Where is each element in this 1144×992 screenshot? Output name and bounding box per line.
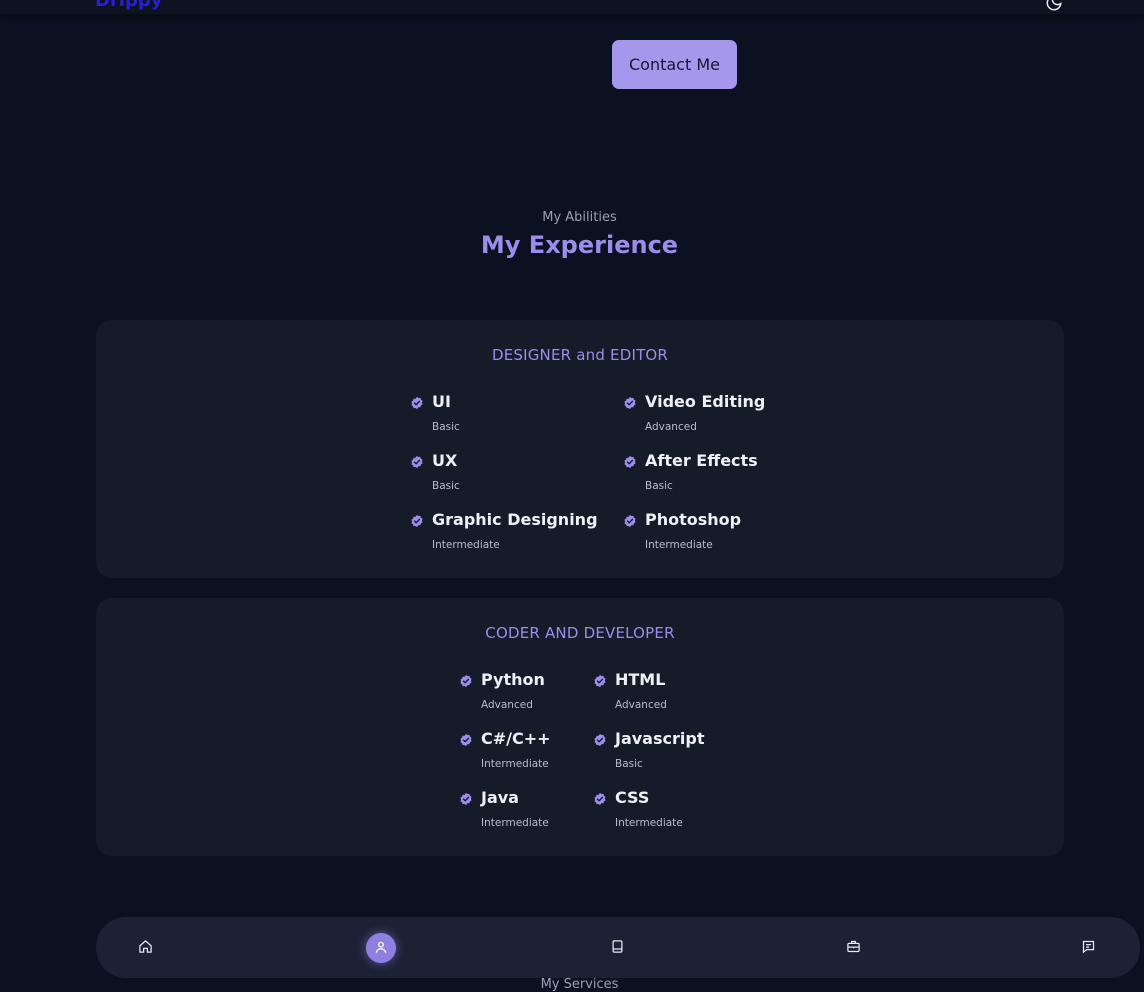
check-badge-icon — [410, 454, 424, 469]
skill-name: UI — [432, 392, 451, 411]
book-icon — [610, 939, 625, 958]
nav-contact[interactable] — [1073, 933, 1103, 963]
skill-level: Basic — [645, 480, 673, 492]
skill-name: Graphic Designing — [432, 510, 598, 529]
section-title: My Experience — [480, 231, 679, 259]
home-icon — [138, 939, 153, 958]
skill-name: HTML — [615, 670, 666, 689]
moon-icon[interactable] — [1043, 0, 1065, 14]
skill-level: Basic — [432, 421, 460, 433]
skill-level: Basic — [615, 758, 643, 770]
skill-name: Video Editing — [645, 392, 766, 411]
next-section-subtitle: My Services — [540, 977, 619, 992]
skill-name: Python — [481, 670, 545, 689]
skill-level: Basic — [432, 480, 460, 492]
card-title: DESIGNER and EDITOR — [491, 346, 669, 364]
site-header: Drippy — [0, 0, 1144, 14]
skill-name: After Effects — [645, 451, 758, 470]
check-badge-icon — [410, 513, 424, 528]
check-badge-icon — [623, 395, 637, 410]
logo[interactable]: Drippy — [95, 0, 163, 11]
bottom-nav — [96, 917, 1140, 978]
check-badge-icon — [593, 732, 607, 747]
contact-me-button[interactable]: Contact Me — [612, 40, 737, 89]
check-badge-icon — [410, 395, 424, 410]
experience-card-developer: CODER AND DEVELOPER Python Advanced HTML… — [96, 598, 1064, 856]
nav-home[interactable] — [130, 933, 160, 963]
skill-level: Advanced — [615, 699, 667, 711]
skill-level: Advanced — [645, 421, 697, 433]
check-badge-icon — [593, 673, 607, 688]
skill-level: Intermediate — [432, 539, 500, 551]
section-subtitle: My Abilities — [542, 210, 617, 225]
card-title: CODER AND DEVELOPER — [485, 624, 675, 642]
skill-level: Intermediate — [645, 539, 713, 551]
nav-resume[interactable] — [602, 933, 632, 963]
check-badge-icon — [459, 732, 473, 747]
skill-level: Intermediate — [481, 758, 549, 770]
user-icon — [374, 939, 388, 958]
page: Drippy Contact Me My Abilities My Experi… — [0, 0, 1144, 992]
nav-portfolio[interactable] — [838, 933, 868, 963]
check-badge-icon — [459, 791, 473, 806]
skill-level: Advanced — [481, 699, 533, 711]
check-badge-icon — [593, 791, 607, 806]
skill-name: Javascript — [615, 729, 705, 748]
check-badge-icon — [623, 454, 637, 469]
nav-about[interactable] — [366, 933, 396, 963]
message-icon — [1081, 939, 1096, 958]
check-badge-icon — [623, 513, 637, 528]
skill-name: C#/C++ — [481, 729, 551, 748]
skill-level: Intermediate — [481, 817, 549, 829]
skill-name: CSS — [615, 788, 650, 807]
experience-card-designer: DESIGNER and EDITOR UI Basic Video Editi… — [96, 320, 1064, 578]
skill-name: Java — [481, 788, 519, 807]
briefcase-icon — [846, 939, 861, 958]
skill-name: Photoshop — [645, 510, 742, 529]
check-badge-icon — [459, 673, 473, 688]
skill-level: Intermediate — [615, 817, 683, 829]
skill-name: UX — [432, 451, 458, 470]
